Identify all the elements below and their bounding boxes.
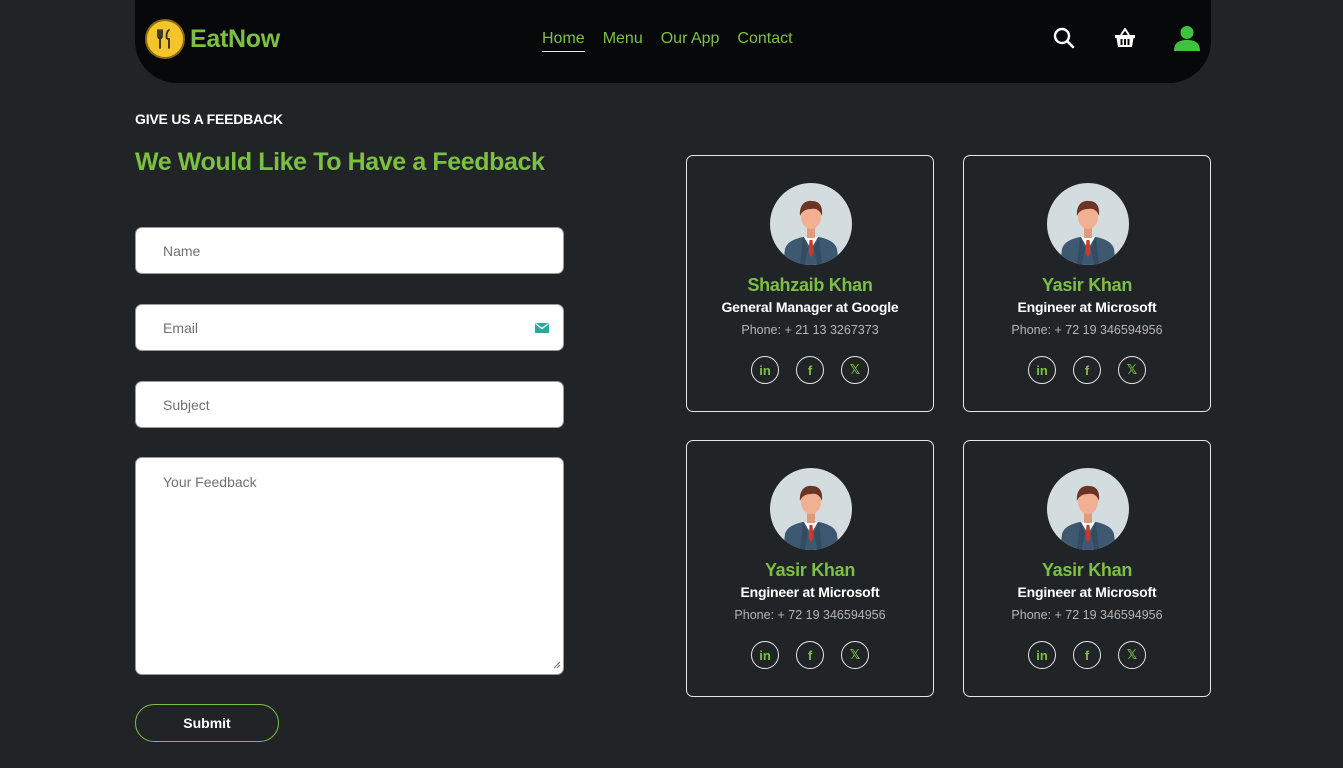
user-icon[interactable] — [1173, 25, 1201, 56]
social-links: in f 𝕏 — [964, 356, 1210, 384]
contact-role: Engineer at Microsoft — [1017, 584, 1157, 600]
email-placeholder: Email — [163, 319, 199, 336]
facebook-icon[interactable]: f — [796, 641, 824, 669]
section-eyebrow: GIVE US A FEEDBACK — [135, 111, 283, 127]
social-links: in f 𝕏 — [687, 641, 933, 669]
subject-input[interactable]: Subject — [135, 381, 564, 428]
facebook-icon[interactable]: f — [1073, 641, 1101, 669]
avatar-icon — [770, 183, 852, 265]
contact-name: Yasir Khan — [764, 560, 856, 580]
feedback-placeholder: Your Feedback — [163, 474, 257, 490]
x-twitter-icon[interactable]: 𝕏 — [841, 641, 869, 669]
name-input[interactable]: Name — [135, 227, 564, 274]
nav-our-app[interactable]: Our App — [661, 30, 720, 52]
brand-name: EatNow — [190, 24, 280, 53]
brand[interactable]: EatNow — [145, 19, 280, 59]
contact-card: Yasir Khan Engineer at Microsoft Phone: … — [963, 155, 1211, 412]
search-icon[interactable] — [1053, 27, 1075, 54]
feedback-textarea[interactable]: Your Feedback — [135, 457, 564, 675]
avatar-icon — [1047, 468, 1129, 550]
x-twitter-icon[interactable]: 𝕏 — [1118, 356, 1146, 384]
nav-menu[interactable]: Menu — [603, 30, 643, 52]
subject-placeholder: Subject — [163, 396, 210, 413]
email-input[interactable]: Email — [135, 304, 564, 351]
contact-role: General Manager at Google — [721, 299, 899, 315]
avatar-icon — [770, 468, 852, 550]
x-twitter-icon[interactable]: 𝕏 — [1118, 641, 1146, 669]
contact-card: Shahzaib Khan General Manager at Google … — [686, 155, 934, 412]
contact-role: Engineer at Microsoft — [740, 584, 880, 600]
linkedin-icon[interactable]: in — [1028, 641, 1056, 669]
contact-name: Yasir Khan — [1041, 275, 1133, 295]
contact-card: Yasir Khan Engineer at Microsoft Phone: … — [686, 440, 934, 697]
social-links: in f 𝕏 — [964, 641, 1210, 669]
nav-contact[interactable]: Contact — [737, 30, 792, 52]
facebook-icon[interactable]: f — [796, 356, 824, 384]
facebook-icon[interactable]: f — [1073, 356, 1101, 384]
linkedin-icon[interactable]: in — [1028, 356, 1056, 384]
contact-role: Engineer at Microsoft — [1017, 299, 1157, 315]
contact-name: Shahzaib Khan — [747, 275, 873, 295]
resize-grip-icon[interactable] — [552, 656, 561, 672]
fork-knife-icon — [145, 19, 185, 59]
avatar-icon — [1047, 183, 1129, 265]
name-placeholder: Name — [163, 242, 201, 259]
contact-phone: Phone: + 72 19 346594956 — [1011, 608, 1163, 622]
main-nav: Home Menu Our App Contact — [542, 30, 811, 52]
x-twitter-icon[interactable]: 𝕏 — [841, 356, 869, 384]
basket-icon[interactable] — [1114, 27, 1136, 54]
linkedin-icon[interactable]: in — [751, 356, 779, 384]
contact-phone: Phone: + 72 19 346594956 — [1011, 323, 1163, 337]
contact-phone: Phone: + 72 19 346594956 — [734, 608, 886, 622]
social-links: in f 𝕏 — [687, 356, 933, 384]
linkedin-icon[interactable]: in — [751, 641, 779, 669]
nav-home[interactable]: Home — [542, 30, 585, 52]
submit-button[interactable]: Submit — [135, 704, 279, 742]
contact-phone: Phone: + 21 13 3267373 — [741, 323, 879, 337]
contact-name: Yasir Khan — [1041, 560, 1133, 580]
section-headline: We Would Like To Have a Feedback — [135, 148, 545, 176]
contact-card: Yasir Khan Engineer at Microsoft Phone: … — [963, 440, 1211, 697]
envelope-icon — [535, 321, 549, 337]
navbar: EatNow Home Menu Our App Contact — [135, 0, 1211, 83]
